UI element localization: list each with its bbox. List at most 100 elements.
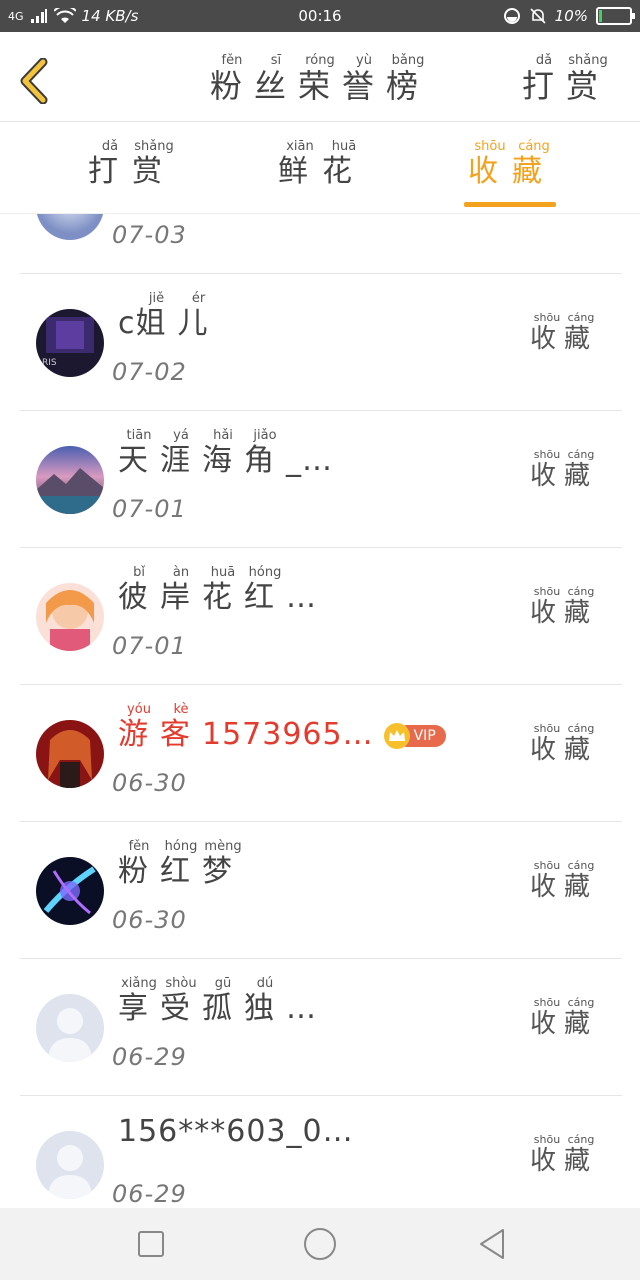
system-nav-bar xyxy=(0,1208,640,1280)
hanzi-char: 角jiǎo xyxy=(244,428,286,478)
avatar[interactable] xyxy=(36,857,104,925)
hanzi-char: 岸àn xyxy=(160,565,202,615)
hanzi-char: 藏cáng xyxy=(563,1133,598,1176)
favorite-label: 收shōu藏cáng xyxy=(529,722,598,766)
user-name: 游yóu客kè1573965… VIP xyxy=(118,702,446,753)
favorite-label: 收shōu藏cáng xyxy=(530,214,598,218)
latin-text: … xyxy=(286,580,317,615)
hanzi-char: 粉fěn xyxy=(118,839,160,889)
triangle-back-icon xyxy=(480,1229,504,1259)
hanzi-char: 打dǎ xyxy=(521,53,566,105)
hanzi-char: 赏shǎng xyxy=(565,53,610,105)
favorite-label: 收shōu藏cáng xyxy=(529,448,598,492)
list-item[interactable]: 游yóu客kè1573965… VIP 06-30 收shōu藏cáng xyxy=(20,685,622,822)
hanzi-char: 红hóng xyxy=(244,565,286,615)
mute-bell-icon xyxy=(530,8,546,24)
hanzi-char: 收shōu xyxy=(468,139,512,189)
user-name: 天tiān涯yá海hǎi角jiǎo_… xyxy=(118,428,333,479)
active-tab-indicator xyxy=(464,202,556,207)
fan-list: 07-03收shōu藏cángRISc姐jiě儿ér07-02收shōu藏cán… xyxy=(0,214,640,1208)
list-item[interactable]: 享xiǎng受shòu孤gū独dú… 06-29 收shōu藏cáng xyxy=(20,959,622,1096)
hanzi-char: 收shōu xyxy=(530,214,564,217)
list-item[interactable]: 彼bǐ岸àn花huā红hóng… 07-01 收shōu藏cáng xyxy=(20,548,622,685)
hanzi-char: 赏shǎng xyxy=(132,139,176,189)
latin-text: c xyxy=(118,306,136,341)
favorite-label: 收shōu藏cáng xyxy=(529,996,598,1040)
favorite-date: 06-29 xyxy=(112,1043,187,1071)
hanzi-char: 收shōu xyxy=(529,996,564,1039)
user-name: 彼bǐ岸àn花huā红hóng… xyxy=(118,565,317,616)
favorite-date: 07-01 xyxy=(112,632,187,660)
hanzi-char: 红hóng xyxy=(160,839,202,889)
hanzi-char: 收shōu xyxy=(529,311,564,354)
user-name: 享xiǎng受shòu孤gū独dú… xyxy=(118,976,317,1027)
hanzi-char: 藏cáng xyxy=(563,585,598,628)
list-item[interactable]: 07-03 收shōu藏cáng xyxy=(20,214,622,274)
hanzi-char: 儿ér xyxy=(177,291,220,341)
hanzi-char: 孤gū xyxy=(202,976,244,1026)
tab-favorites[interactable]: 收shōu藏cáng xyxy=(452,139,572,190)
list-item[interactable]: 156***603_0… 06-29 收shōu藏cáng xyxy=(20,1096,622,1208)
hanzi-char: 藏cáng xyxy=(563,859,598,902)
list-item[interactable]: 天tiān涯yá海hǎi角jiǎo_… 07-01 收shōu藏cáng xyxy=(20,411,622,548)
tab-reward[interactable]: 打dǎ赏shǎng xyxy=(72,139,192,190)
crown-icon xyxy=(383,722,410,749)
hanzi-char: 梦mèng xyxy=(202,839,244,889)
reward-button[interactable]: 打dǎ赏shǎng xyxy=(521,53,610,107)
app-header: 粉fěn丝sī荣róng誉yù榜bǎng 打dǎ赏shǎng xyxy=(0,32,640,122)
avatar[interactable] xyxy=(36,1131,104,1199)
user-name: c姐jiě儿ér xyxy=(118,291,220,342)
favorite-date: 06-30 xyxy=(112,906,187,934)
hanzi-char: 粉fěn xyxy=(209,53,254,105)
hanzi-char: 收shōu xyxy=(529,859,564,902)
hanzi-char: 榜bǎng xyxy=(386,53,431,105)
hanzi-char: 收shōu xyxy=(529,1133,564,1176)
favorite-date: 07-02 xyxy=(112,358,187,386)
avatar[interactable] xyxy=(36,994,104,1062)
avatar[interactable] xyxy=(36,214,104,240)
user-name: 粉fěn红hóng梦mèng xyxy=(118,839,244,890)
avatar[interactable]: RIS xyxy=(36,309,104,377)
hanzi-char: 鲜xiān xyxy=(278,139,322,189)
hanzi-char: 收shōu xyxy=(529,585,564,628)
hanzi-char: 收shōu xyxy=(529,448,564,491)
circle-icon xyxy=(304,1228,336,1260)
user-name: 156***603_0… xyxy=(118,1114,354,1149)
hanzi-char: 誉yù xyxy=(342,53,387,105)
favorite-label: 收shōu藏cáng xyxy=(529,311,598,355)
favorite-date: 07-01 xyxy=(112,495,187,523)
favorite-date: 06-30 xyxy=(112,769,187,797)
hanzi-char: 花huā xyxy=(202,565,244,615)
hanzi-char: 游yóu xyxy=(118,702,160,752)
latin-text: … xyxy=(286,991,317,1026)
avatar[interactable] xyxy=(36,720,104,788)
hanzi-char: 享xiǎng xyxy=(118,976,160,1026)
back-nav-button[interactable] xyxy=(474,1226,510,1262)
hanzi-char: 打dǎ xyxy=(88,139,132,189)
hanzi-char: 客kè xyxy=(160,702,202,752)
hanzi-char: 受shòu xyxy=(160,976,202,1026)
data-saver-icon xyxy=(503,8,520,24)
hanzi-char: 藏cáng xyxy=(564,214,598,217)
hanzi-char: 独dú xyxy=(244,976,286,1026)
latin-text: 156***603_0… xyxy=(118,1114,354,1149)
hanzi-char: 花huā xyxy=(322,139,366,189)
status-bar: 4G 14 KB/s 00:16 10% xyxy=(0,0,640,32)
hanzi-char: 荣róng xyxy=(297,53,342,105)
list-item[interactable]: RIS c姐jiě儿ér 07-02 收shōu藏cáng xyxy=(20,274,622,411)
square-icon xyxy=(138,1231,164,1257)
favorite-label: 收shōu藏cáng xyxy=(529,585,598,629)
home-button[interactable] xyxy=(302,1226,338,1262)
avatar[interactable] xyxy=(36,583,104,651)
tab-flowers[interactable]: 鲜xiān花huā xyxy=(262,139,382,190)
list-item[interactable]: 粉fěn红hóng梦mèng 06-30 收shōu藏cáng xyxy=(20,822,622,959)
favorite-date: 07-03 xyxy=(112,221,187,249)
hanzi-char: 天tiān xyxy=(118,428,160,478)
hanzi-char: 丝sī xyxy=(253,53,298,105)
hanzi-char: 收shōu xyxy=(529,722,564,765)
tab-bar: 打dǎ赏shǎng 鲜xiān花huā 收shōu藏cáng xyxy=(0,122,640,214)
hanzi-char: 藏cáng xyxy=(563,996,598,1039)
recent-apps-button[interactable] xyxy=(133,1226,169,1262)
favorite-date: 06-29 xyxy=(112,1180,187,1208)
avatar[interactable] xyxy=(36,446,104,514)
